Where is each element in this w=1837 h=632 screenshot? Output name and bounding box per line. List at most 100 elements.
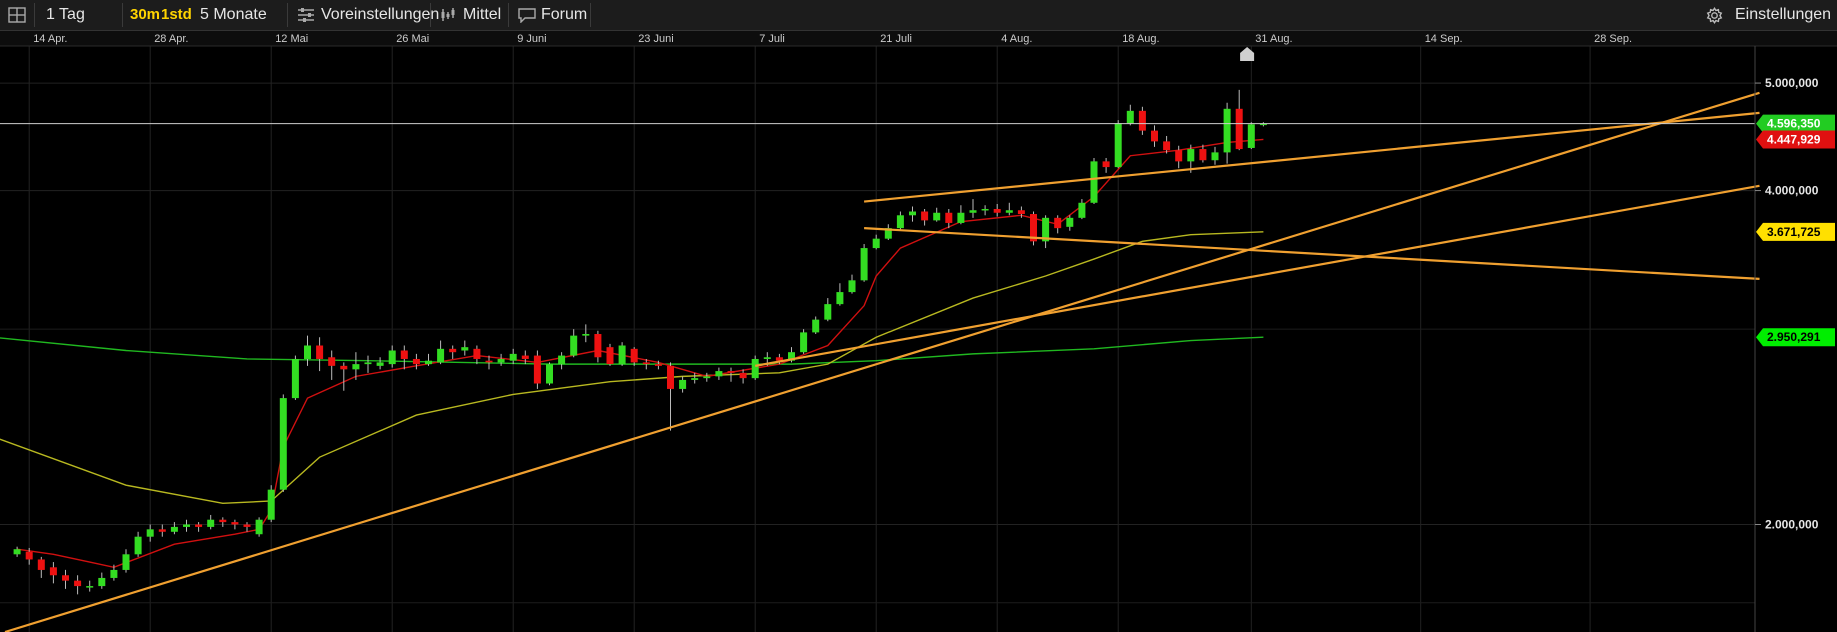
x-tick-label: 14 Apr. <box>33 33 67 45</box>
price-badge-label: 3.671,725 <box>1767 225 1821 239</box>
candle-body <box>485 360 493 363</box>
candle-body <box>400 350 408 359</box>
candle-body <box>352 364 360 370</box>
trendline <box>755 184 1760 367</box>
candle-body <box>667 365 674 389</box>
candle-body <box>618 345 626 365</box>
candle-body <box>437 348 445 363</box>
candle-body <box>74 580 82 587</box>
x-tick-label: 4 Aug. <box>1001 33 1032 45</box>
candle-body <box>146 529 154 537</box>
ma-short-line <box>17 138 1264 569</box>
candle-body <box>1211 152 1219 161</box>
x-axis: 14 Apr. 28 Apr. 12 Mai 26 Mai 9 Juni 23 Juni 7… <box>0 31 1837 47</box>
candle-body <box>1187 149 1195 162</box>
price-badge-label: 2.950,291 <box>1767 330 1821 344</box>
price-chart[interactable]: 14 Apr. 28 Apr. 12 Mai 26 Mai 9 Juni 23 Juni 7… <box>0 0 1837 632</box>
event-marker-icon <box>1240 47 1255 61</box>
candle-body <box>1066 217 1074 227</box>
candle-body <box>279 398 287 490</box>
candle-body <box>1199 149 1207 161</box>
candle-body <box>969 210 977 213</box>
candle-body <box>715 371 723 377</box>
moving-average-mid <box>0 231 1264 504</box>
grid-lines <box>0 46 1755 632</box>
candle-body <box>316 345 324 359</box>
candle-body <box>546 364 553 384</box>
trendline <box>863 111 1760 203</box>
candle-body <box>1078 202 1086 218</box>
y-tick-label: 4.000,000 <box>1765 184 1819 198</box>
trendline <box>4 91 1760 632</box>
candle-body <box>1175 150 1183 162</box>
candle-body <box>800 332 808 353</box>
candle-body <box>291 358 299 399</box>
candle-body <box>739 372 747 379</box>
candle-body <box>219 519 227 523</box>
x-tick-label: 14 Sep. <box>1425 33 1463 45</box>
candle-body <box>86 586 94 588</box>
candle-body <box>364 362 372 365</box>
candle-body <box>473 348 481 359</box>
candle-body <box>582 334 590 336</box>
candle-body <box>1090 161 1098 203</box>
candle-body <box>207 519 215 527</box>
candle-body <box>195 524 203 527</box>
candle-body <box>763 357 771 359</box>
candle-body <box>921 211 929 221</box>
candle-body <box>957 212 965 223</box>
candle-body <box>170 526 178 532</box>
candle-body <box>25 551 33 560</box>
candle-body <box>896 215 904 229</box>
candle-body <box>654 364 662 366</box>
candle-body <box>243 524 251 527</box>
candle-body <box>37 559 45 570</box>
candle-body <box>630 348 638 363</box>
x-tick-label: 23 Juni <box>638 33 673 45</box>
candle-body <box>812 319 820 333</box>
candle-body <box>328 357 336 366</box>
trendline <box>864 227 1760 280</box>
candle-body <box>267 489 275 520</box>
candle-body <box>1005 210 1013 213</box>
ma-mid-line <box>0 231 1264 504</box>
x-tick-label: 21 Juli <box>880 33 912 45</box>
candle-body <box>1247 124 1255 148</box>
candle-body <box>751 358 759 379</box>
candle-body <box>376 362 384 366</box>
x-tick-label: 18 Aug. <box>1122 33 1159 45</box>
candle-body <box>521 355 529 359</box>
candle-body <box>558 355 566 365</box>
candle-body <box>304 345 311 359</box>
x-tick-label: 28 Apr. <box>154 33 188 45</box>
candle-body <box>570 335 578 356</box>
candle-body <box>933 212 941 221</box>
trendlines[interactable] <box>4 91 1760 632</box>
candle-body <box>449 348 457 353</box>
candle-body <box>848 280 856 293</box>
candle-body <box>1017 210 1025 215</box>
candle-body <box>49 567 57 576</box>
candle-body <box>62 575 69 581</box>
candle-body <box>461 347 469 351</box>
candle-body <box>509 353 517 361</box>
x-tick-label: 12 Mai <box>275 33 308 45</box>
candle-body <box>909 211 916 216</box>
event-marker[interactable] <box>1240 47 1255 61</box>
candle-body <box>836 292 844 305</box>
candle-body <box>497 358 505 363</box>
x-tick-label: 28 Sep. <box>1594 33 1632 45</box>
candle-body <box>1223 108 1231 153</box>
candle-body <box>691 378 699 380</box>
candle-body <box>642 362 650 365</box>
candle-body <box>727 371 735 373</box>
candle-body <box>425 360 432 365</box>
candle-body <box>388 350 396 365</box>
candle-body <box>98 577 106 587</box>
candle-body <box>183 524 190 527</box>
candle-body <box>533 355 541 384</box>
candle-body <box>1054 217 1062 229</box>
candle-body <box>1126 110 1134 124</box>
candle-body <box>340 365 348 370</box>
candle-body <box>945 212 953 223</box>
